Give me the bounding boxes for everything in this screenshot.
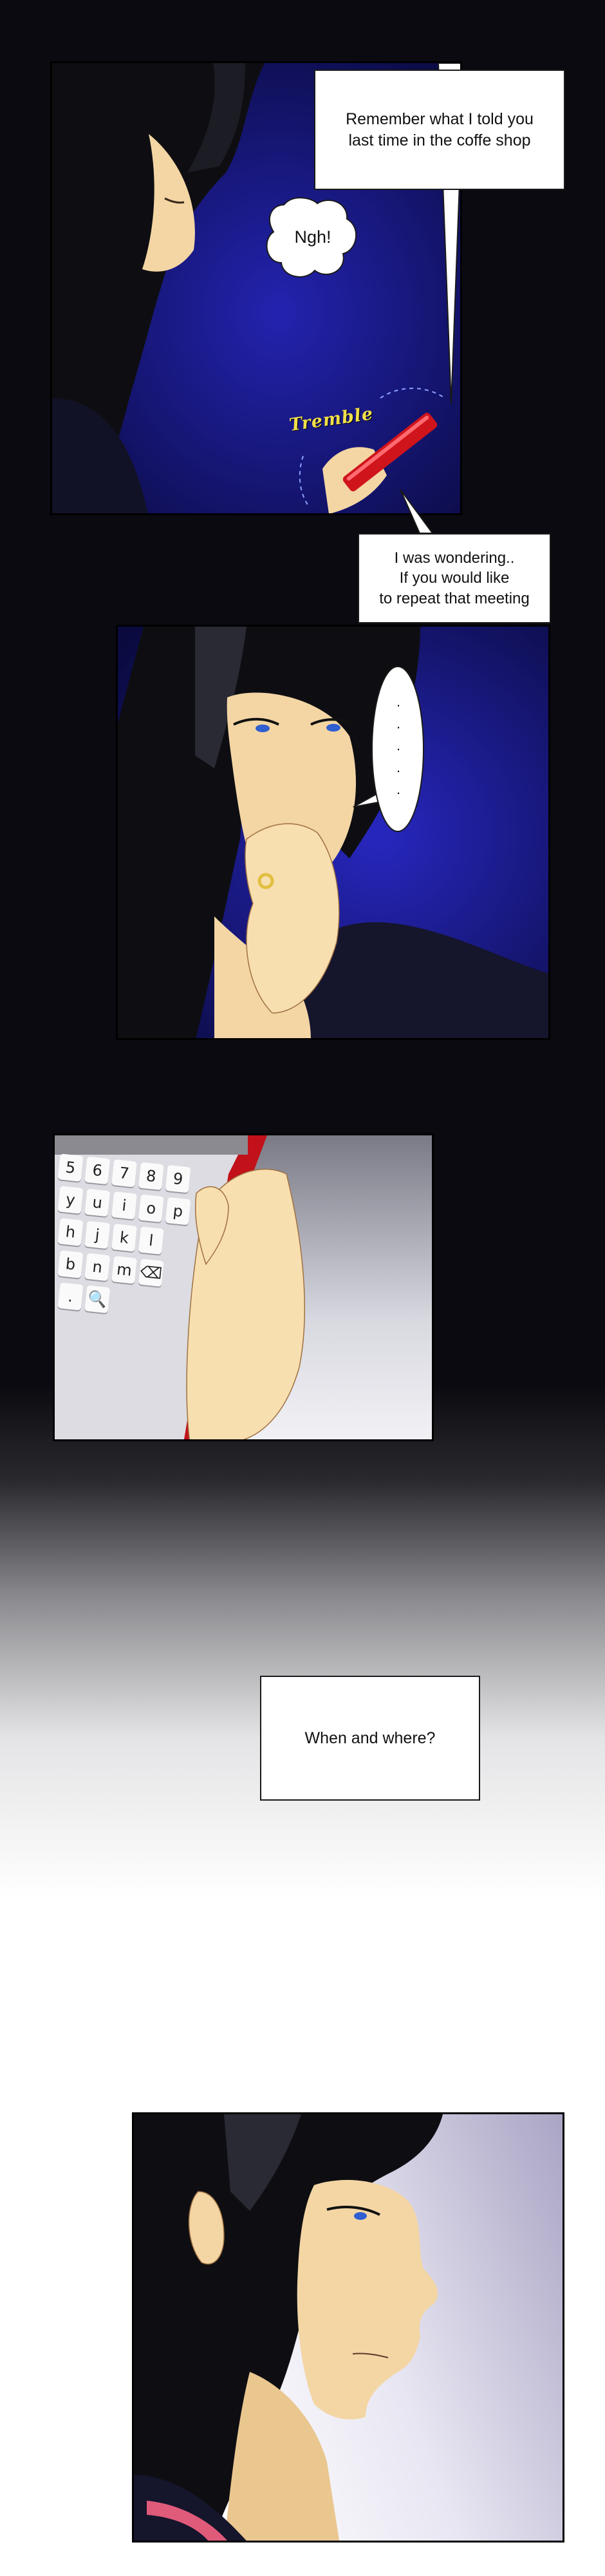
key[interactable]: m bbox=[111, 1256, 138, 1284]
key[interactable]: 8 bbox=[138, 1162, 164, 1191]
key[interactable]: j bbox=[84, 1220, 111, 1249]
ellipsis-speech-text: . . . . . bbox=[396, 694, 401, 798]
panel-2-art bbox=[118, 627, 548, 1038]
panel-thinking-man: . . . . . bbox=[116, 625, 550, 1040]
key[interactable]: n bbox=[84, 1253, 111, 1282]
key[interactable]: y bbox=[57, 1186, 84, 1214]
key[interactable]: 6 bbox=[84, 1156, 111, 1185]
key[interactable]: p bbox=[165, 1197, 191, 1226]
panel-phone-keyboard: 5 6 7 8 9 y u i o p h j k l b n m ⌫ . 🔍 bbox=[53, 1133, 434, 1441]
key[interactable]: 5 bbox=[57, 1153, 84, 1182]
key[interactable]: h bbox=[57, 1218, 84, 1246]
key[interactable]: b bbox=[57, 1250, 84, 1278]
caption-remember-coffee-shop: Remember what I told you last time in th… bbox=[314, 70, 565, 190]
caption-wondering-meeting: I was wondering.. If you would like to r… bbox=[358, 533, 551, 623]
backspace-key[interactable]: ⌫ bbox=[138, 1258, 164, 1287]
ngh-speech-text: Ngh! bbox=[294, 227, 331, 247]
caption-2-tail bbox=[400, 489, 434, 534]
caption-when-and-where: When and where? bbox=[260, 1676, 480, 1801]
key[interactable]: u bbox=[84, 1188, 111, 1217]
key[interactable]: l bbox=[138, 1226, 164, 1255]
key[interactable]: i bbox=[111, 1191, 138, 1220]
key[interactable]: o bbox=[138, 1194, 164, 1223]
panel-man-profile bbox=[132, 2112, 564, 2543]
search-key-icon[interactable]: 🔍 bbox=[84, 1285, 111, 1314]
key[interactable]: 9 bbox=[165, 1164, 191, 1193]
panel-4-art bbox=[134, 2114, 563, 2541]
key[interactable]: k bbox=[111, 1224, 138, 1252]
keyboard: 5 6 7 8 9 y u i o p h j k l b n m ⌫ . 🔍 bbox=[57, 1153, 203, 1316]
key[interactable]: 7 bbox=[111, 1159, 138, 1188]
key[interactable]: . bbox=[57, 1282, 84, 1311]
